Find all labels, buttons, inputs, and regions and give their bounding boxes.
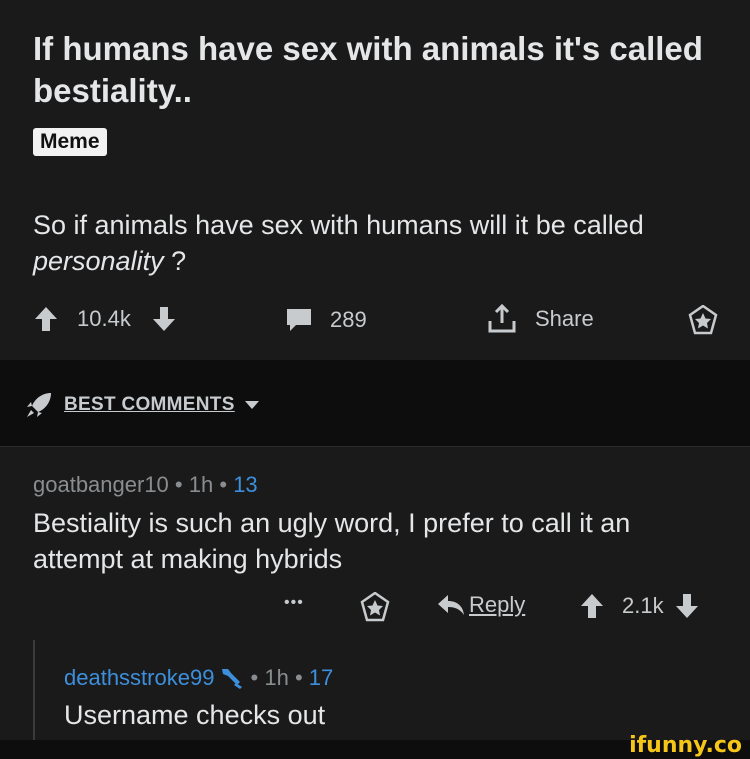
share-label: Share <box>535 306 594 331</box>
post-flair[interactable]: Meme <box>33 128 107 156</box>
sort-dropdown[interactable]: BEST COMMENTS <box>24 390 259 420</box>
wrench-icon <box>218 666 244 690</box>
share-button[interactable]: Share <box>486 303 594 335</box>
upvote-arrow-icon[interactable] <box>579 592 605 620</box>
post-upvote-count: 10.4k <box>77 306 131 331</box>
post-body-suffix: ? <box>163 246 187 276</box>
comment-score: 13 <box>233 472 258 497</box>
comment-award-button[interactable] <box>360 592 390 622</box>
thread-line[interactable] <box>33 640 35 740</box>
reply-arrow-icon <box>437 593 465 617</box>
comment-vote-group: 2.1k <box>579 592 700 620</box>
meta-separator: • <box>219 472 234 497</box>
post-actions: 10.4k 289 Share <box>0 300 750 340</box>
post: If humans have sex with animals it's cal… <box>0 0 750 360</box>
watermark-logo: ifunny.co <box>629 733 742 758</box>
reply-text: Username checks out <box>64 700 326 730</box>
reply-score: 17 <box>308 665 334 690</box>
post-comment-count: 289 <box>330 307 367 332</box>
comment-vote-count: 2.1k <box>622 593 664 618</box>
upvote-group: 10.4k <box>33 305 177 333</box>
award-button[interactable] <box>688 305 718 335</box>
downvote-arrow-icon[interactable] <box>151 305 177 333</box>
comment-meta: goatbanger10 • 1h • 13 <box>33 472 258 498</box>
post-title[interactable]: If humans have sex with animals it's cal… <box>33 28 713 112</box>
comment-age: 1h <box>188 472 214 497</box>
meta-separator: • <box>244 665 265 690</box>
comment-actions: ••• Reply 2.1k <box>0 590 750 630</box>
post-body-italic: personality <box>33 246 164 276</box>
meta-separator: • <box>288 665 309 690</box>
reply-label: Reply <box>469 592 526 617</box>
reply-age: 1h <box>264 665 289 690</box>
reply-button[interactable]: Reply <box>437 592 525 618</box>
comment-author[interactable]: goatbanger10 <box>33 472 169 497</box>
post-body: So if animals have sex with humans will … <box>33 207 713 279</box>
reply-meta: deathsstroke99 • 1h • 17 <box>64 665 333 691</box>
award-star-icon <box>688 305 718 335</box>
share-icon <box>486 303 518 335</box>
post-body-text: So if animals have sex with humans will … <box>33 210 644 240</box>
award-star-icon <box>360 592 390 622</box>
chevron-down-icon <box>244 400 259 410</box>
upvote-arrow-icon[interactable] <box>33 305 59 333</box>
comment-bubble-icon <box>284 306 314 334</box>
sort-label: BEST COMMENTS <box>64 394 235 415</box>
rocket-icon <box>24 390 54 420</box>
more-options-button[interactable]: ••• <box>284 594 304 612</box>
reply-author[interactable]: deathsstroke99 <box>64 665 214 691</box>
comment-text: Bestiality is such an ugly word, I prefe… <box>33 508 631 574</box>
comments-button[interactable]: 289 <box>284 306 367 334</box>
downvote-arrow-icon[interactable] <box>674 592 700 620</box>
meta-separator: • <box>174 472 189 497</box>
